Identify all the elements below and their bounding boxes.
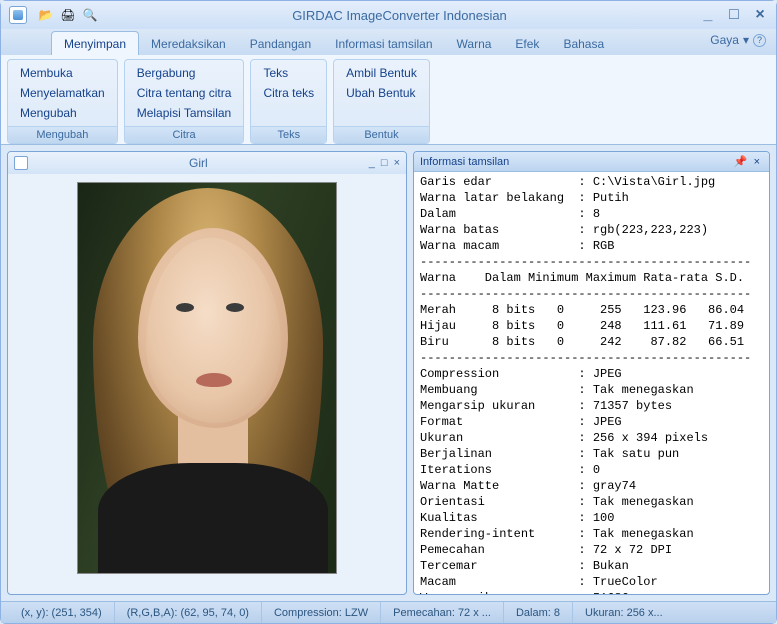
status-xy: (x, y): (251, 354)	[9, 602, 115, 623]
status-compression: Compression: LZW	[262, 602, 381, 623]
tab-efek[interactable]: Efek	[503, 32, 551, 55]
btn-melapisi-tamsilan[interactable]: Melapisi Tamsilan	[133, 104, 236, 122]
chevron-down-icon: ▾	[743, 33, 749, 47]
status-dalam: Dalam: 8	[504, 602, 573, 623]
window-controls: _ □ ×	[700, 7, 768, 23]
btn-membuka[interactable]: Membuka	[16, 64, 109, 82]
help-icon[interactable]: ?	[753, 34, 766, 47]
ribbon-group-label: Bentuk	[334, 126, 429, 143]
minimize-button[interactable]: _	[700, 7, 716, 23]
image-window-title: Girl	[28, 156, 369, 170]
btn-mengubah[interactable]: Mengubah	[16, 104, 109, 122]
image-window-minimize[interactable]: _	[369, 157, 375, 169]
close-button[interactable]: ×	[752, 7, 768, 23]
image-window-titlebar: Girl _ □ ×	[8, 152, 406, 174]
info-panel: Informasi tamsilan 📌 × Garis edar : C:\V…	[413, 151, 770, 595]
title-bar: 📂 🖨 🔍 GIRDAC ImageConverter Indonesian _…	[1, 1, 776, 29]
app-title: GIRDAC ImageConverter Indonesian	[99, 8, 700, 23]
status-bar: (x, y): (251, 354) (R,G,B,A): (62, 95, 7…	[1, 601, 776, 623]
workspace: Girl _ □ × Informasi tamsilan	[1, 145, 776, 601]
image-window-close[interactable]: ×	[394, 157, 400, 169]
tab-bahasa[interactable]: Bahasa	[551, 32, 616, 55]
image-window-maximize[interactable]: □	[381, 157, 388, 169]
info-panel-title: Informasi tamsilan	[420, 156, 731, 168]
btn-teks[interactable]: Teks	[259, 64, 318, 82]
status-ukuran: Ukuran: 256 x...	[573, 602, 675, 623]
info-panel-body[interactable]: Garis edar : C:\Vista\Girl.jpg Warna lat…	[414, 172, 769, 594]
ribbon-group-mengubah: Membuka Menyelamatkan Mengubah Mengubah	[7, 59, 118, 144]
tab-menyimpan[interactable]: Menyimpan	[51, 31, 139, 55]
info-panel-header: Informasi tamsilan 📌 ×	[414, 152, 769, 172]
ribbon-group-label: Teks	[251, 126, 326, 143]
status-pemecahan: Pemecahan: 72 x ...	[381, 602, 504, 623]
status-rgba: (R,G,B,A): (62, 95, 74, 0)	[115, 602, 262, 623]
tab-pandangan[interactable]: Pandangan	[238, 32, 323, 55]
image-window-body	[8, 174, 406, 594]
ribbon-tabs: Menyimpan Meredaksikan Pandangan Informa…	[1, 29, 776, 55]
ribbon-group-label: Citra	[125, 126, 244, 143]
image-window-icon	[14, 156, 28, 170]
ribbon-group-citra: Bergabung Citra tentang citra Melapisi T…	[124, 59, 245, 144]
tab-meredaksikan[interactable]: Meredaksikan	[139, 32, 238, 55]
btn-citra-tentang-citra[interactable]: Citra tentang citra	[133, 84, 236, 102]
image-preview[interactable]	[77, 182, 337, 574]
btn-ambil-bentuk[interactable]: Ambil Bentuk	[342, 64, 421, 82]
tab-informasi-tamsilan[interactable]: Informasi tamsilan	[323, 32, 444, 55]
ribbon-group-label: Mengubah	[8, 126, 117, 143]
ribbon-group-bentuk: Ambil Bentuk Ubah Bentuk . Bentuk	[333, 59, 430, 144]
info-panel-close[interactable]: ×	[751, 156, 763, 168]
quick-access-toolbar: 📂 🖨 🔍	[37, 6, 99, 24]
print-preview-icon[interactable]: 🔍	[81, 6, 99, 24]
tab-warna[interactable]: Warna	[445, 32, 504, 55]
maximize-button[interactable]: □	[726, 7, 742, 23]
ribbon-group-teks: Teks Citra teks . Teks	[250, 59, 327, 144]
btn-bergabung[interactable]: Bergabung	[133, 64, 236, 82]
app-icon	[9, 6, 27, 24]
pin-icon[interactable]: 📌	[731, 155, 751, 168]
image-window: Girl _ □ ×	[7, 151, 407, 595]
btn-ubah-bentuk[interactable]: Ubah Bentuk	[342, 84, 421, 102]
style-label: Gaya	[710, 33, 739, 47]
print-icon[interactable]: 🖨	[59, 6, 77, 24]
ribbon: Membuka Menyelamatkan Mengubah Mengubah …	[1, 55, 776, 145]
folder-open-icon[interactable]: 📂	[37, 6, 55, 24]
style-dropdown[interactable]: Gaya ▾ ?	[710, 33, 766, 47]
btn-menyelamatkan[interactable]: Menyelamatkan	[16, 84, 109, 102]
btn-citra-teks[interactable]: Citra teks	[259, 84, 318, 102]
